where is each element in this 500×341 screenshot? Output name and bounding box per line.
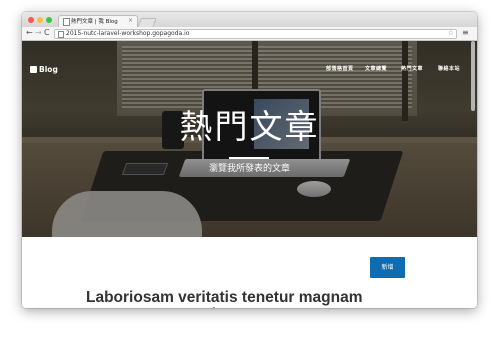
brand-link[interactable]: Blog (30, 65, 58, 74)
new-post-button[interactable]: 新增 (370, 257, 405, 278)
url-text[interactable]: 2015-nutc-laravel-workshop.gopagoda.io (66, 30, 189, 38)
brand-text: Blog (39, 65, 58, 74)
page-title: 熱門文章 (179, 107, 320, 146)
nav-item-home[interactable]: 部落格首頁 (326, 65, 354, 72)
nav-item-contact[interactable]: 聯絡本站 (438, 65, 460, 72)
hero-header: Blog 部落格首頁 文章總覽 熱門文章 聯絡本站 熱門文章 瀏覽我所發表的文章 (22, 41, 477, 237)
address-bar[interactable]: 2015-nutc-laravel-workshop.gopagoda.io ☆ (54, 29, 457, 39)
browser-toolbar: ← → C 2015-nutc-laravel-workshop.gopagod… (22, 27, 477, 41)
brand-logo-icon (30, 66, 37, 73)
page-icon (63, 18, 70, 26)
post-title-link[interactable]: Laboriosam veritatis tenetur magnam est … (86, 289, 386, 308)
bookmark-star-icon[interactable]: ☆ (448, 29, 454, 37)
menu-icon[interactable]: ≡ (462, 28, 469, 38)
tab-title: 熱門文章 | 我 Blog (71, 19, 118, 25)
close-window-button[interactable] (28, 17, 34, 23)
title-divider (229, 157, 269, 159)
nav-item-popular[interactable]: 熱門文章 (401, 65, 423, 72)
page-subtitle: 瀏覽我所發表的文章 (208, 164, 290, 174)
tab-close-icon[interactable]: × (128, 17, 133, 24)
nav-item-posts[interactable]: 文章總覽 (365, 65, 387, 72)
title-bar: 熱門文章 | 我 Blog × (22, 12, 477, 28)
zoom-window-button[interactable] (46, 17, 52, 23)
forward-icon[interactable]: → (35, 28, 42, 38)
page-icon (58, 31, 64, 38)
scrollbar[interactable] (471, 41, 475, 111)
minimize-window-button[interactable] (37, 17, 43, 23)
page-viewport: Blog 部落格首頁 文章總覽 熱門文章 聯絡本站 熱門文章 瀏覽我所發表的文章… (22, 41, 477, 308)
browser-window: 熱門文章 | 我 Blog × ← → C 2015-nutc-laravel-… (22, 12, 477, 308)
back-icon[interactable]: ← (26, 28, 33, 38)
reload-icon[interactable]: C (44, 28, 50, 38)
